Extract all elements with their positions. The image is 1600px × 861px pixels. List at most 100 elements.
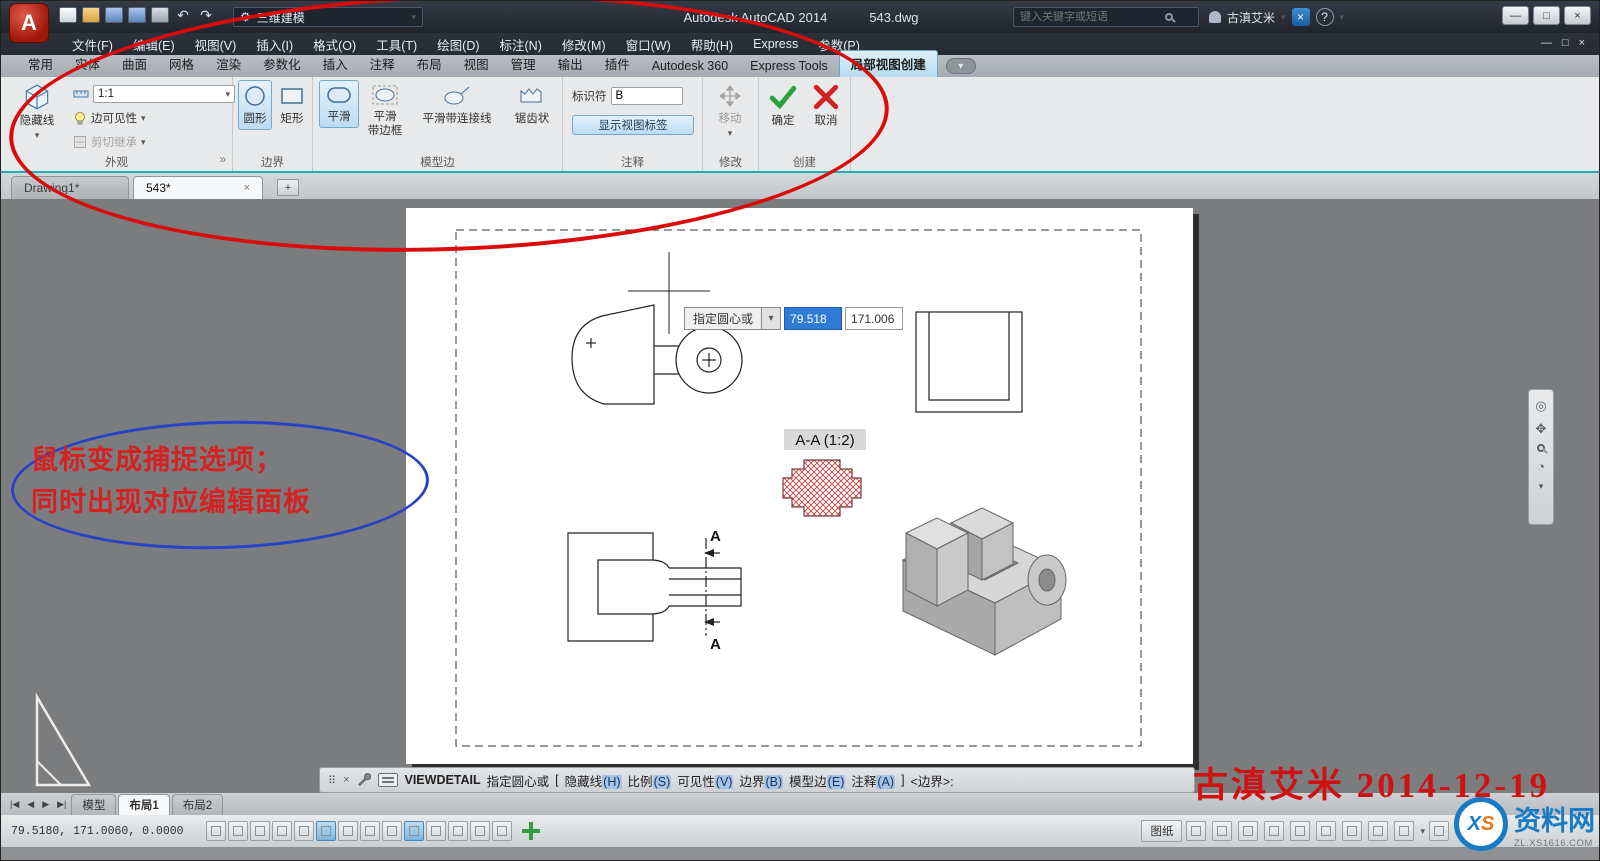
next-layout-icon[interactable]: ▶ — [39, 799, 52, 810]
navigation-wheel-icon[interactable]: ◎ — [1535, 398, 1546, 414]
transparency-toggle[interactable] — [448, 821, 468, 841]
lwt-toggle[interactable] — [426, 821, 446, 841]
help-search[interactable] — [1013, 7, 1199, 27]
dynamic-y-field[interactable]: 171.006 — [845, 307, 903, 330]
view-scale-combo[interactable]: 1:1 ▾ — [93, 85, 235, 103]
tab-manage[interactable]: 管理 — [500, 51, 547, 77]
cancel-button[interactable]: 取消 — [806, 80, 846, 132]
last-layout-icon[interactable]: ▶| — [54, 799, 69, 810]
drawing-canvas[interactable]: A-A (1:2) — [1, 199, 1600, 793]
prev-layout-icon[interactable]: ◀ — [24, 799, 37, 810]
boundary-rectangular-button[interactable]: 矩形 — [275, 80, 309, 130]
dynamic-x-field[interactable]: 79.518 — [784, 307, 842, 330]
ortho-toggle[interactable] — [272, 821, 292, 841]
tab-plugins[interactable]: 插件 — [594, 51, 641, 77]
boundary-circular-button[interactable]: 圆形 — [238, 80, 272, 130]
tab-parametric[interactable]: 参数化 — [252, 51, 312, 77]
signin-area[interactable]: 古滇艾米 ▾ × ? ▾ — [1209, 7, 1344, 27]
ribbon-display-options-icon[interactable]: ▾ — [946, 58, 976, 74]
open-file-icon[interactable] — [82, 7, 100, 23]
status-menu-icon[interactable]: ▾ — [1420, 826, 1425, 837]
smooth-with-border-button[interactable]: 平滑 带边框 — [363, 80, 407, 142]
panel-title-create[interactable]: 创建 — [759, 154, 850, 170]
tab-surface[interactable]: 曲面 — [111, 51, 158, 77]
lock-icon[interactable] — [1342, 821, 1362, 841]
pan-icon[interactable]: ✥ — [1536, 421, 1547, 437]
panel-title-modify[interactable]: 修改 — [703, 154, 758, 170]
new-file-icon[interactable] — [59, 7, 77, 23]
panel-title-boundary[interactable]: 边界 — [233, 154, 312, 170]
option-key[interactable]: B — [764, 775, 783, 789]
plot-icon[interactable] — [151, 7, 169, 23]
command-close-icon[interactable]: × — [343, 774, 349, 786]
edge-visibility-button[interactable]: 边可见性 ▾ — [73, 110, 146, 126]
cmd-option-boundary[interactable]: 边界B — [739, 771, 783, 790]
view-3d-isometric[interactable] — [903, 508, 1066, 655]
cmd-option-model-edge[interactable]: 模型边E — [789, 771, 845, 790]
panel-launcher-icon[interactable]: » — [220, 154, 226, 166]
quick-properties-toggle[interactable] — [470, 821, 490, 841]
cmd-option-scale[interactable]: 比例S — [628, 771, 672, 790]
save-as-icon[interactable] — [128, 7, 146, 23]
tab-insert[interactable]: 插入 — [312, 51, 359, 77]
hidden-lines-button[interactable]: 隐藏线 ▾ — [9, 80, 65, 145]
isolate-objects-icon[interactable] — [1394, 821, 1414, 841]
jagged-button[interactable]: 锯齿状 — [507, 80, 557, 130]
cmd-option-visibility[interactable]: 可见性V — [677, 771, 733, 790]
file-tab-drawing1[interactable]: Drawing1* — [11, 176, 129, 199]
tab-annotate[interactable]: 注释 — [359, 51, 406, 77]
osnap-toggle[interactable] — [316, 821, 336, 841]
coordinates-readout[interactable]: 79.5180, 171.0060, 0.0000 — [1, 825, 206, 838]
chevron-down-icon[interactable]: ▾ — [1281, 12, 1286, 23]
selection-cycling-toggle[interactable] — [492, 821, 512, 841]
section-hatch[interactable] — [783, 460, 861, 516]
doc-restore-icon[interactable]: □ — [1562, 37, 1569, 49]
smooth-button[interactable]: 平滑 — [319, 80, 359, 128]
panel-title-appearance[interactable]: 外观 » — [1, 154, 232, 170]
option-key[interactable]: S — [653, 775, 672, 789]
tab-output[interactable]: 输出 — [547, 51, 594, 77]
annotation-visibility-icon[interactable] — [1264, 821, 1284, 841]
undo-icon[interactable]: ↶ — [174, 7, 192, 23]
snap-toggle[interactable] — [228, 821, 248, 841]
grid-toggle[interactable] — [250, 821, 270, 841]
otrack-toggle[interactable] — [360, 821, 380, 841]
search-icon[interactable] — [1165, 13, 1173, 21]
orbit-icon[interactable]: ◔ — [1537, 459, 1545, 474]
menu-help[interactable]: 帮助(H) — [682, 33, 742, 56]
tab-autodesk360[interactable]: Autodesk 360 — [641, 56, 739, 77]
ducs-toggle[interactable] — [382, 821, 402, 841]
annotation-scale-icon[interactable] — [1238, 821, 1258, 841]
help-icon[interactable]: ? — [1316, 8, 1334, 26]
restore-button[interactable]: □ — [1533, 6, 1560, 25]
dyn-toggle[interactable] — [404, 821, 424, 841]
polar-toggle[interactable] — [294, 821, 314, 841]
cmd-option-hidden-lines[interactable]: 隐藏线H — [565, 771, 622, 790]
quick-view-drawings-icon[interactable] — [1212, 821, 1232, 841]
paper-space-button[interactable]: 图纸 — [1141, 820, 1182, 842]
autoscale-icon[interactable] — [1290, 821, 1310, 841]
panel-title-model-edge[interactable]: 模型边 — [313, 154, 562, 170]
zoom-icon[interactable] — [1537, 444, 1545, 452]
tab-layout2[interactable]: 布局2 — [172, 794, 223, 815]
panel-title-annotation[interactable]: 注释 — [563, 154, 702, 170]
view-front-section[interactable] — [568, 533, 741, 641]
menu-express[interactable]: Express — [744, 35, 807, 53]
command-line[interactable]: ⠿ × VIEWDETAIL 指定圆心或 [ 隐藏线H 比例S 可见性V 边界B… — [319, 767, 1195, 793]
tab-solid[interactable]: 实体 — [64, 51, 111, 77]
tab-view[interactable]: 视图 — [453, 51, 500, 77]
tab-detail-view-creation[interactable]: 局部视图创建 — [839, 50, 938, 77]
new-drawing-tab-button[interactable]: + — [277, 179, 299, 196]
hardware-acceleration-icon[interactable] — [1368, 821, 1388, 841]
option-key[interactable]: V — [715, 775, 734, 789]
tab-express-tools[interactable]: Express Tools — [739, 56, 839, 77]
clean-screen-icon[interactable] — [1429, 821, 1449, 841]
show-view-label-toggle[interactable]: 显示视图标签 — [572, 115, 694, 135]
view-right-square[interactable] — [916, 312, 1022, 412]
tab-layout[interactable]: 布局 — [406, 51, 453, 77]
first-layout-icon[interactable]: |◀ — [7, 799, 22, 810]
option-key[interactable]: E — [827, 775, 846, 789]
tab-home[interactable]: 常用 — [17, 51, 64, 77]
chevron-down-icon[interactable]: ▾ — [1539, 481, 1544, 492]
tab-model[interactable]: 模型 — [71, 794, 116, 815]
